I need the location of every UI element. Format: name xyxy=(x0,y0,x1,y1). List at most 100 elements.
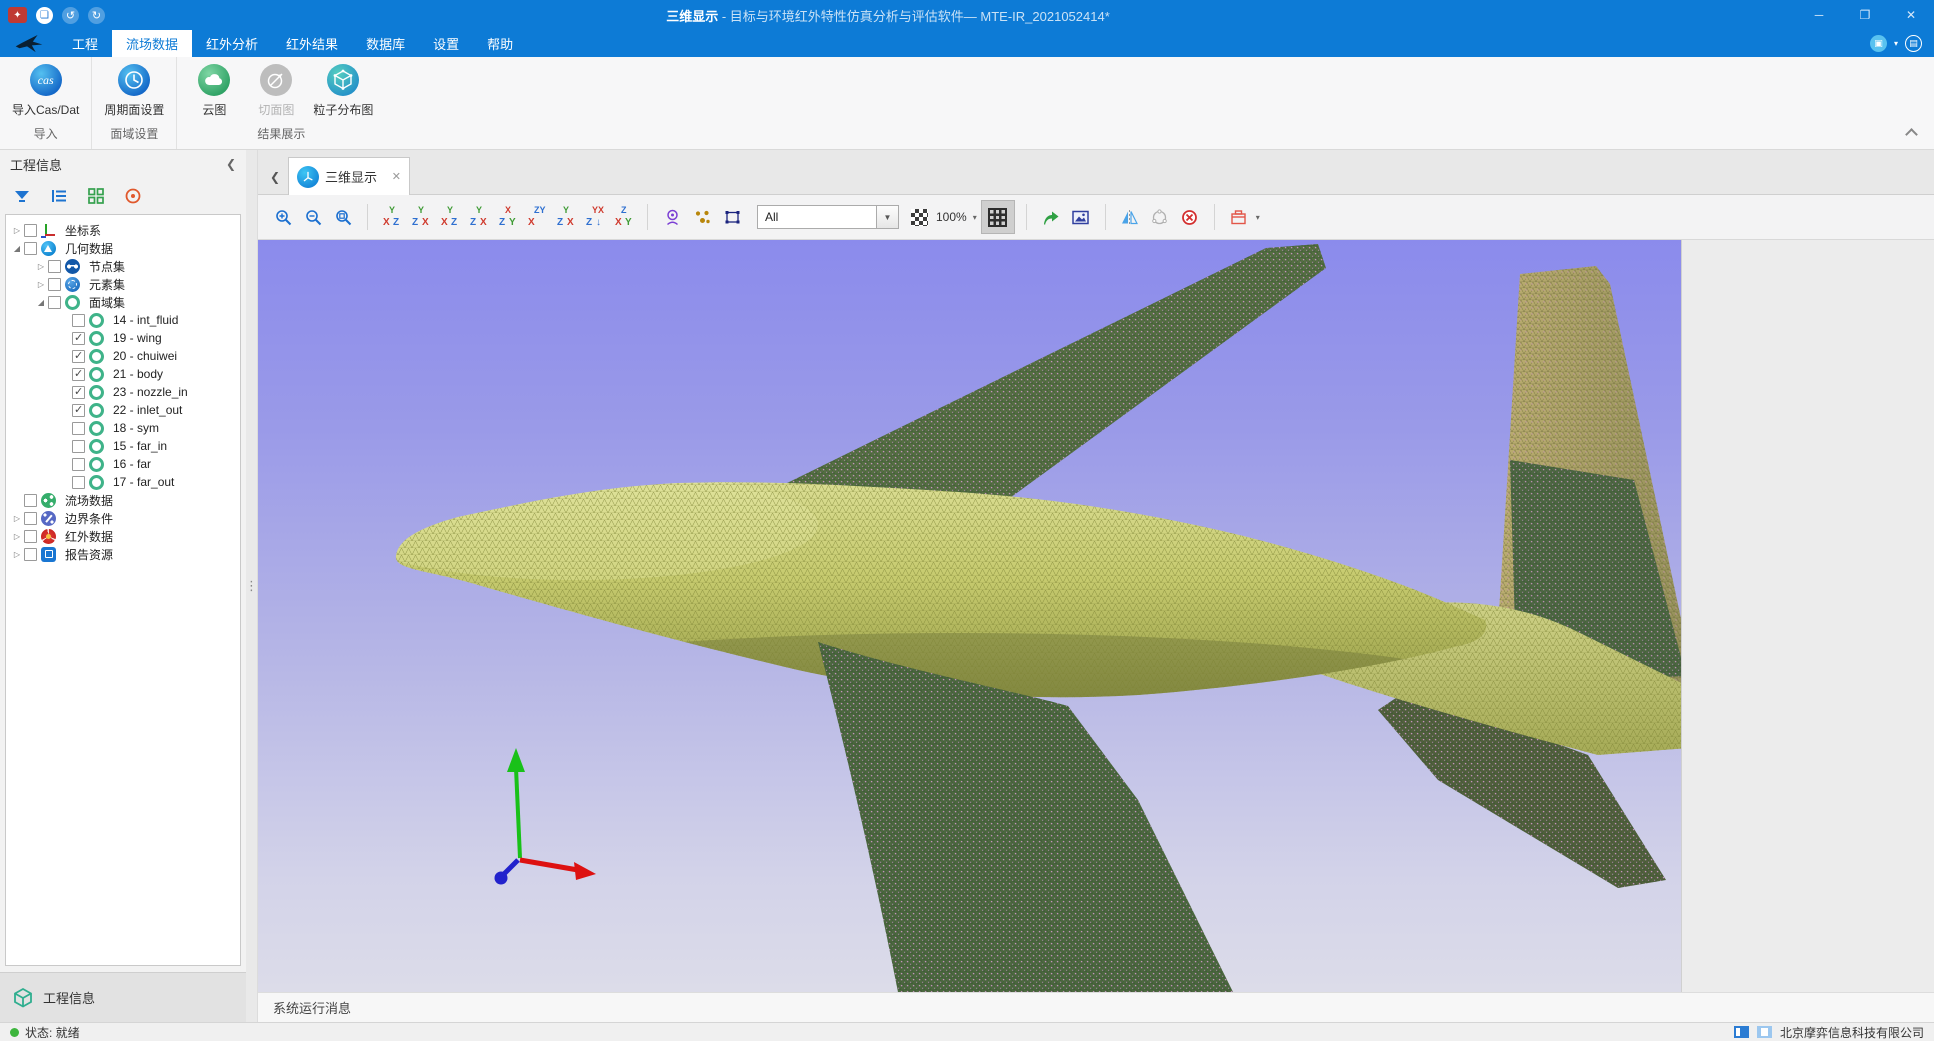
tree-expander[interactable]: ▷ xyxy=(35,262,47,271)
menubar-item[interactable]: 数据库 xyxy=(352,30,419,57)
app-icon-button[interactable]: ✦ xyxy=(8,7,27,23)
close-button[interactable]: ✕ xyxy=(1888,0,1934,30)
tree-checkbox[interactable] xyxy=(72,350,85,363)
tree-item[interactable]: 22 - inlet_out xyxy=(6,401,240,419)
tree-item[interactable]: 16 - far xyxy=(6,455,240,473)
tree-item[interactable]: 17 - far_out xyxy=(6,473,240,491)
mesh-grid-icon[interactable] xyxy=(981,200,1015,234)
tree-expander[interactable]: ▷ xyxy=(11,514,23,523)
tree-item[interactable]: 14 - int_fluid xyxy=(6,311,240,329)
undo-button[interactable]: ↺ xyxy=(62,7,79,24)
zoom-out-icon[interactable] xyxy=(300,203,326,231)
menubar-item[interactable]: 帮助 xyxy=(473,30,527,57)
view-orientation-button[interactable]: Y X Z xyxy=(379,204,404,231)
tree-expander[interactable]: ▷ xyxy=(11,550,23,559)
tree-checkbox[interactable] xyxy=(72,368,85,381)
dropdown-caret-icon[interactable]: ▾ xyxy=(1894,39,1898,48)
menubar-item[interactable]: 流场数据 xyxy=(112,30,192,57)
zoom-fit-icon[interactable] xyxy=(330,203,356,231)
view-orientation-button[interactable]: Z X Y xyxy=(611,204,636,231)
menubar-item[interactable]: 红外结果 xyxy=(272,30,352,57)
tree-checkbox[interactable] xyxy=(24,224,37,237)
viewport-3d[interactable] xyxy=(258,240,1681,992)
manual-icon[interactable]: ▤ xyxy=(1905,35,1922,52)
tree-item[interactable]: 流场数据 xyxy=(6,491,240,509)
zoom-in-icon[interactable] xyxy=(270,203,296,231)
maximize-button[interactable]: ❐ xyxy=(1842,0,1888,30)
particle-trace-icon[interactable] xyxy=(689,203,715,231)
tree-checkbox[interactable] xyxy=(24,494,37,507)
region-select-icon[interactable] xyxy=(719,203,745,231)
tree-item[interactable]: ▷ 节点集 xyxy=(6,257,240,275)
menubar-item[interactable]: 红外分析 xyxy=(192,30,272,57)
tree-item[interactable]: ◢ 面域集 xyxy=(6,293,240,311)
view-orientation-button[interactable]: Y Z X xyxy=(466,204,491,231)
panel-collapse-icon[interactable]: ❮ xyxy=(226,157,236,171)
grid-view-icon[interactable] xyxy=(86,186,106,206)
tree-checkbox[interactable] xyxy=(72,404,85,417)
tab-close-icon[interactable]: ✕ xyxy=(392,170,401,183)
layout-left-icon[interactable] xyxy=(1734,1026,1749,1038)
periodic-face-button[interactable]: 周期面设置 xyxy=(104,64,164,118)
ribbon-collapse-icon[interactable] xyxy=(1905,128,1918,141)
tree-checkbox[interactable] xyxy=(48,296,61,309)
tree-checkbox[interactable] xyxy=(24,548,37,561)
snapshot-icon[interactable] xyxy=(1068,203,1094,231)
tree-item[interactable]: 19 - wing xyxy=(6,329,240,347)
display-filter-select[interactable]: All ▼ xyxy=(757,205,899,229)
tab-scroll-left-icon[interactable]: ❮ xyxy=(262,160,288,194)
tree-item[interactable]: 20 - chuiwei xyxy=(6,347,240,365)
tree-checkbox[interactable] xyxy=(24,512,37,525)
tree-item[interactable]: 23 - nozzle_in xyxy=(6,383,240,401)
tree-checkbox[interactable] xyxy=(72,422,85,435)
tree-expander[interactable]: ▷ xyxy=(11,532,23,541)
export-view-icon[interactable] xyxy=(1038,203,1064,231)
zoom-level-value[interactable]: 100% xyxy=(936,210,967,224)
filter-icon[interactable] xyxy=(12,186,32,206)
tree-expander[interactable]: ▷ xyxy=(11,226,23,235)
tree-expander[interactable]: ◢ xyxy=(11,244,23,253)
tree-expander[interactable]: ▷ xyxy=(35,280,47,289)
view-orientation-button[interactable]: Y Z X xyxy=(408,204,433,231)
tree-item[interactable]: ◢ 几何数据 xyxy=(6,239,240,257)
tree-item[interactable]: ▷ 红外数据 xyxy=(6,527,240,545)
tab-3d-view[interactable]: 三维显示 ✕ xyxy=(288,157,410,195)
tree-checkbox[interactable] xyxy=(72,386,85,399)
clip-box-caret-icon[interactable]: ▾ xyxy=(1256,213,1260,222)
view-orientation-button[interactable]: Y X Z xyxy=(437,204,462,231)
tree-checkbox[interactable] xyxy=(72,440,85,453)
tree-checkbox[interactable] xyxy=(48,278,61,291)
transparency-checker-icon[interactable] xyxy=(911,209,928,226)
tree-item[interactable]: 15 - far_in xyxy=(6,437,240,455)
locate-target-icon[interactable] xyxy=(123,186,143,206)
layout-right-icon[interactable] xyxy=(1757,1026,1772,1038)
mirror-icon[interactable] xyxy=(1117,203,1143,231)
cancel-icon[interactable] xyxy=(1177,203,1203,231)
tree-item[interactable]: ▷ 元素集 xyxy=(6,275,240,293)
panel-bottom-tab[interactable]: 工程信息 xyxy=(0,972,246,1022)
tree-checkbox[interactable] xyxy=(72,314,85,327)
outline-list-icon[interactable] xyxy=(49,186,69,206)
tree-checkbox[interactable] xyxy=(72,476,85,489)
tree-item[interactable]: 18 - sym xyxy=(6,419,240,437)
panel-toggle-icon[interactable]: ▣ xyxy=(1870,35,1887,52)
contour-plot-button[interactable]: 云图 xyxy=(189,64,239,118)
particle-distribution-button[interactable]: 粒子分布图 xyxy=(313,64,373,118)
view-orientation-button[interactable]: ZY X xyxy=(524,204,549,231)
menubar-item[interactable]: 设置 xyxy=(419,30,473,57)
tree-checkbox[interactable] xyxy=(72,458,85,471)
clip-box-icon[interactable] xyxy=(1226,203,1252,231)
probe-icon[interactable] xyxy=(659,203,685,231)
view-orientation-button[interactable]: Y Z X xyxy=(553,204,578,231)
tree-item[interactable]: 21 - body xyxy=(6,365,240,383)
panel-splitter[interactable]: ⋮ xyxy=(246,150,258,1022)
new-document-button[interactable]: ❏ xyxy=(36,7,53,24)
tree-item[interactable]: ▷ 边界条件 xyxy=(6,509,240,527)
tree-item[interactable]: ▷ 坐标系 xyxy=(6,221,240,239)
import-cas-dat-button[interactable]: cas 导入Cas/Dat xyxy=(12,64,79,118)
minimize-button[interactable]: ─ xyxy=(1796,0,1842,30)
tree-checkbox[interactable] xyxy=(72,332,85,345)
zoom-level-caret-icon[interactable]: ▾ xyxy=(973,213,977,222)
tree-checkbox[interactable] xyxy=(24,530,37,543)
combo-dropdown-icon[interactable]: ▼ xyxy=(876,206,898,228)
